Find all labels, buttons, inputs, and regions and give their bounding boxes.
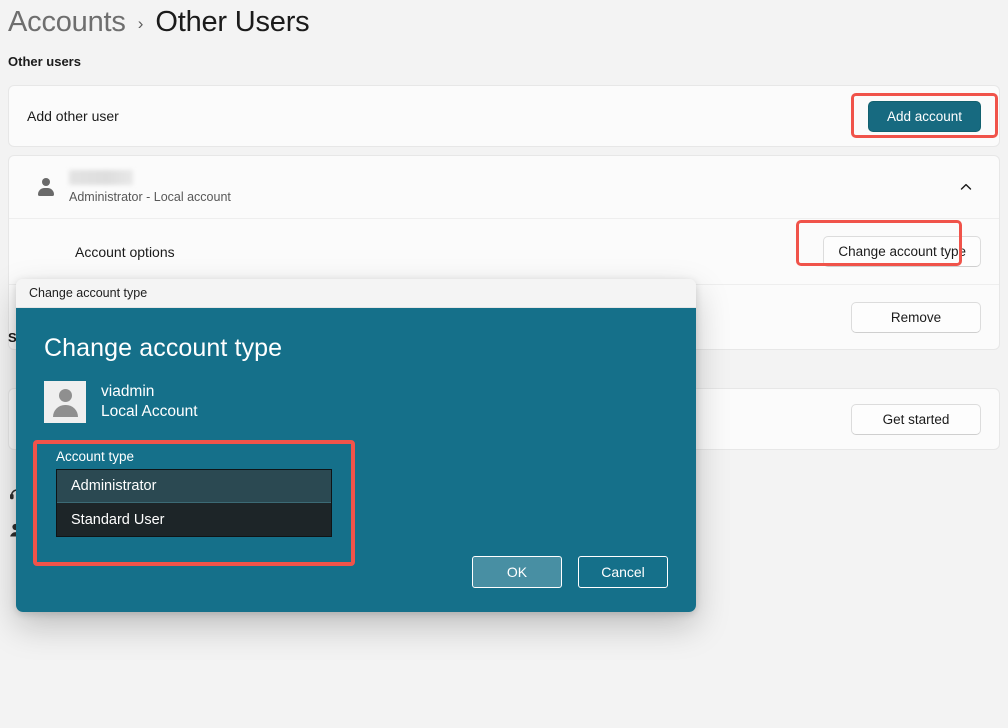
account-identity: Administrator - Local account [27, 170, 959, 204]
account-type-dropdown[interactable]: Administrator Standard User [56, 469, 332, 537]
account-type-option-administrator[interactable]: Administrator [57, 470, 331, 503]
page-title: Other Users [155, 5, 310, 38]
cancel-button[interactable]: Cancel [578, 556, 668, 588]
account-subtitle: Administrator - Local account [69, 190, 231, 204]
person-icon [37, 177, 55, 197]
breadcrumb: Accounts › Other Users [8, 0, 310, 44]
section-label-other-users: Other users [8, 54, 81, 69]
dialog-user-name: viadmin [101, 383, 155, 400]
account-text: Administrator - Local account [69, 170, 231, 204]
chevron-up-icon[interactable] [959, 180, 973, 194]
remove-account-button[interactable]: Remove [851, 301, 981, 333]
avatar [44, 381, 86, 423]
account-options-label: Account options [75, 243, 175, 260]
dialog-user-names: viadmin Local Account [101, 383, 198, 421]
dialog-user-block: viadmin Local Account [44, 381, 668, 423]
account-options-row: Account options Change account type [9, 218, 999, 284]
account-header-row[interactable]: Administrator - Local account [9, 156, 999, 218]
dialog-user-type: Local Account [101, 403, 198, 420]
account-type-option-standard-user[interactable]: Standard User [57, 503, 331, 536]
get-started-button[interactable]: Get started [851, 403, 981, 435]
dialog-titlebar: Change account type [16, 279, 696, 308]
breadcrumb-parent-accounts[interactable]: Accounts [8, 6, 126, 39]
add-other-user-row: Add other user Add account [9, 86, 999, 146]
change-account-type-button[interactable]: Change account type [823, 236, 981, 267]
change-account-type-dialog: Change account type Change account type … [16, 279, 696, 612]
breadcrumb-separator-icon: › [137, 13, 144, 33]
dialog-body: Change account type viadmin Local Accoun… [16, 308, 696, 612]
ok-button[interactable]: OK [472, 556, 562, 588]
dialog-actions: OK Cancel [472, 556, 668, 588]
add-other-user-card: Add other user Add account [8, 85, 1000, 147]
add-other-user-label: Add other user [27, 108, 119, 124]
add-account-button[interactable]: Add account [867, 100, 981, 132]
dialog-heading: Change account type [44, 334, 283, 362]
account-name-redacted [69, 170, 133, 185]
account-type-label: Account type [56, 449, 135, 464]
